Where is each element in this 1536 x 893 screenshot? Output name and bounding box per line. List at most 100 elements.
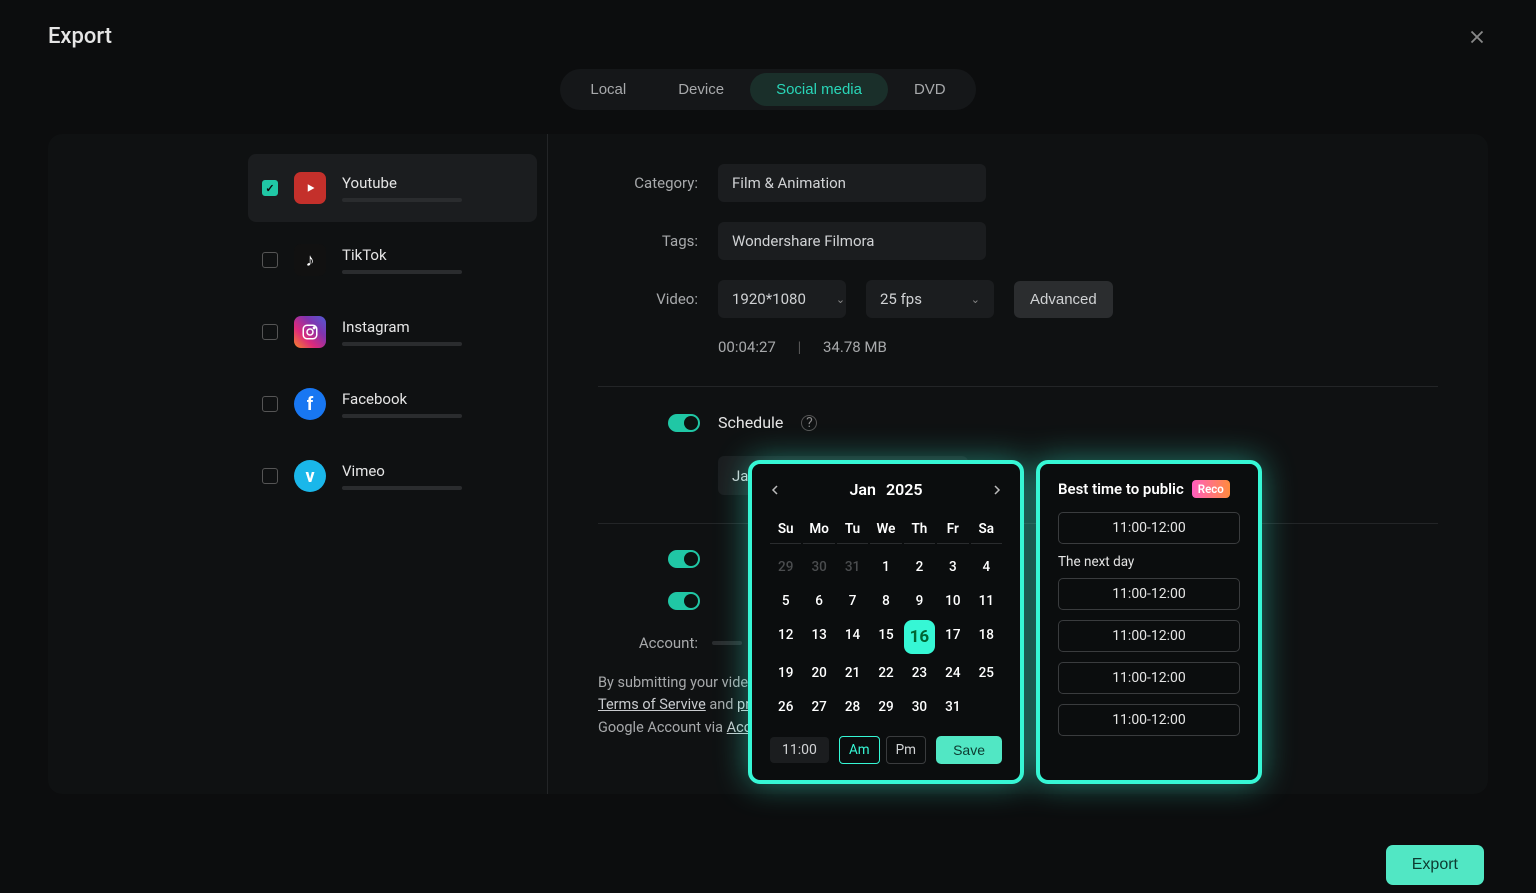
time-slot[interactable]: 11:00-12:00 [1058, 662, 1240, 694]
calendar-time[interactable]: 11:00 [770, 737, 829, 763]
best-time-panel: Best time to public Reco 11:00-12:00 The… [1036, 460, 1262, 784]
time-slot[interactable]: 11:00-12:00 [1058, 512, 1240, 544]
meta-separator: | [798, 338, 802, 356]
terms-link[interactable]: Terms of Servive [598, 696, 706, 713]
export-button[interactable]: Export [1386, 845, 1484, 885]
modal-title: Export [48, 24, 112, 49]
prev-month-button[interactable] [770, 482, 780, 498]
export-modal: Export Local Device Social media DVD You… [0, 0, 1536, 893]
calendar-day[interactable]: 28 [837, 692, 868, 722]
calendar-dow: We [870, 515, 901, 544]
category-select[interactable]: Film & Animation [718, 164, 986, 202]
am-option: Am [840, 737, 879, 763]
calendar-day[interactable]: 12 [770, 620, 801, 654]
fps-select[interactable]: 25 fps ⌄ [866, 280, 994, 318]
checkbox-facebook[interactable] [262, 396, 278, 412]
platform-facebook[interactable]: f Facebook [248, 370, 537, 438]
calendar-day[interactable]: 27 [803, 692, 834, 722]
play-icon [301, 181, 319, 195]
calendar-day[interactable]: 4 [971, 552, 1002, 582]
calendar-day[interactable]: 26 [770, 692, 801, 722]
tab-local[interactable]: Local [564, 73, 652, 106]
calendar-day[interactable]: 16 [904, 620, 935, 654]
platform-underline [342, 486, 462, 490]
calendar-day[interactable]: 15 [870, 620, 901, 654]
calendar-day[interactable]: 1 [870, 552, 901, 582]
chevron-left-icon [770, 485, 780, 495]
legal-and: and [706, 696, 737, 713]
calendar-day[interactable]: 2 [904, 552, 935, 582]
calendar-day[interactable]: 11 [971, 586, 1002, 616]
checkbox-vimeo[interactable] [262, 468, 278, 484]
calendar-dow: Th [904, 515, 935, 544]
pm-group[interactable]: Pm [886, 736, 926, 764]
calendar-panel: Jan 2025 SuMoTuWeThFrSa29303112345678910… [748, 460, 1024, 784]
help-icon[interactable]: ? [801, 415, 817, 431]
calendar-day[interactable]: 31 [937, 692, 968, 722]
checkbox-youtube[interactable] [262, 180, 278, 196]
label-category: Category: [598, 174, 698, 192]
tab-device[interactable]: Device [652, 73, 750, 106]
calendar-day[interactable]: 18 [971, 620, 1002, 654]
advanced-button[interactable]: Advanced [1014, 281, 1113, 318]
calendar-grid: SuMoTuWeThFrSa29303112345678910111213141… [770, 515, 1002, 722]
toggle-1[interactable] [668, 550, 700, 568]
calendar-year: 2025 [886, 480, 923, 499]
calendar-day[interactable]: 29 [870, 692, 901, 722]
calendar-day-prev[interactable]: 29 [770, 552, 801, 582]
export-tabs: Local Device Social media DVD [48, 69, 1488, 110]
calendar-day[interactable]: 14 [837, 620, 868, 654]
divider [598, 386, 1438, 387]
calendar-month: Jan [849, 480, 875, 499]
tab-dvd[interactable]: DVD [888, 73, 972, 106]
calendar-day-prev[interactable]: 30 [803, 552, 834, 582]
vimeo-icon: v [294, 460, 326, 492]
calendar-day[interactable]: 25 [971, 658, 1002, 688]
calendar-day[interactable]: 17 [937, 620, 968, 654]
calendar-day[interactable]: 30 [904, 692, 935, 722]
best-time-title: Best time to public [1058, 480, 1184, 498]
tags-input[interactable]: Wondershare Filmora [718, 222, 986, 260]
next-day-label: The next day [1058, 554, 1240, 570]
time-slot[interactable]: 11:00-12:00 [1058, 704, 1240, 736]
platform-name: Facebook [342, 390, 523, 408]
platform-name: Instagram [342, 318, 523, 336]
calendar-day[interactable]: 20 [803, 658, 834, 688]
calendar-day[interactable]: 13 [803, 620, 834, 654]
tiktok-icon: ♪ [294, 244, 326, 276]
platform-instagram[interactable]: Instagram [248, 298, 537, 366]
platform-tiktok[interactable]: ♪ TikTok [248, 226, 537, 294]
calendar-day[interactable]: 6 [803, 586, 834, 616]
am-group[interactable]: Am [839, 736, 880, 764]
schedule-toggle[interactable] [668, 414, 700, 432]
calendar-day[interactable]: 3 [937, 552, 968, 582]
tab-social-media[interactable]: Social media [750, 73, 888, 106]
calendar-day[interactable]: 10 [937, 586, 968, 616]
next-month-button[interactable] [992, 482, 1002, 498]
calendar-day[interactable]: 22 [870, 658, 901, 688]
time-slot[interactable]: 11:00-12:00 [1058, 620, 1240, 652]
calendar-day[interactable]: 21 [837, 658, 868, 688]
close-button[interactable] [1466, 26, 1488, 48]
calendar-day[interactable]: 7 [837, 586, 868, 616]
calendar-save-button[interactable]: Save [936, 736, 1002, 764]
label-video: Video: [598, 290, 698, 308]
calendar-dow: Fr [937, 515, 968, 544]
calendar-day[interactable]: 19 [770, 658, 801, 688]
platform-vimeo[interactable]: v Vimeo [248, 442, 537, 510]
row-schedule: Schedule ? [668, 413, 1438, 432]
toggle-2[interactable] [668, 592, 700, 610]
calendar-day[interactable]: 24 [937, 658, 968, 688]
calendar-day-prev[interactable]: 31 [837, 552, 868, 582]
resolution-select[interactable]: 1920*1080 ⌄ [718, 280, 846, 318]
tabs-inner: Local Device Social media DVD [560, 69, 975, 110]
checkbox-instagram[interactable] [262, 324, 278, 340]
calendar-day[interactable]: 9 [904, 586, 935, 616]
time-slot[interactable]: 11:00-12:00 [1058, 578, 1240, 610]
video-meta: 00:04:27 | 34.78 MB [718, 338, 1438, 356]
checkbox-tiktok[interactable] [262, 252, 278, 268]
calendar-day[interactable]: 8 [870, 586, 901, 616]
platform-youtube[interactable]: Youtube [248, 154, 537, 222]
calendar-day[interactable]: 23 [904, 658, 935, 688]
calendar-day[interactable]: 5 [770, 586, 801, 616]
